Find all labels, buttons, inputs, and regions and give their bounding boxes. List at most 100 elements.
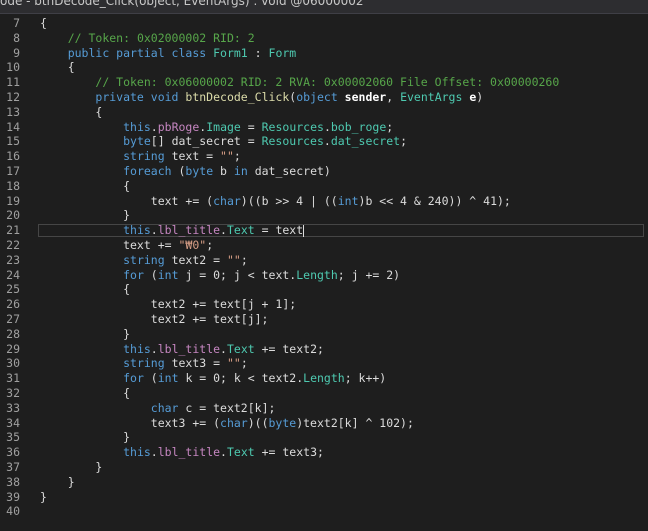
code-token: text2 += text[j + 1]; [40,297,297,312]
code-token: Text [226,223,255,238]
code-line[interactable]: 20 } [0,208,648,223]
code-line[interactable]: 12 private void btnDecode_Click(object s… [0,90,648,105]
code-line[interactable]: 13 { [0,105,648,120]
code-token: foreach [123,164,179,178]
code-token: text += ( [40,193,214,208]
code-line[interactable]: 30 string text3 = ""; [0,356,648,371]
code-token: // Token: 0x06000002 RID: 2 RVA: 0x00002… [95,75,560,90]
code-token: += text3; [254,445,324,460]
code-token: char [220,415,248,430]
code-line[interactable]: 37 } [0,460,648,475]
code-token: . [323,134,331,149]
code-token: Resources [261,134,324,149]
code-token: Image [206,119,241,134]
code-token: byte [268,415,297,430]
code-line[interactable]: 16 string text = ""; [0,149,648,164]
code-token: bob_roge [330,119,387,134]
code-line[interactable]: 19 text += (char)((b >> 4 | ((int)b << 4… [0,194,648,209]
code-text: text += (char)((b >> 4 | ((int)b << 4 & … [40,194,511,209]
code-line[interactable]: 38 } [0,475,648,490]
code-line[interactable]: 14 this.pbRoge.Image = Resources.bob_rog… [0,120,648,135]
code-line[interactable]: 8 // Token: 0x02000002 RID: 2 [0,31,648,46]
code-line[interactable]: 10 { [0,60,648,75]
document-tab-title: ode - btnDecode_Click(object, EventArgs)… [0,0,648,14]
code-token: text2 += text[j]; [40,312,269,326]
code-line[interactable]: 18 { [0,179,648,194]
code-token: pbRoge [157,119,200,134]
code-text: } [40,490,47,505]
code-token: )((b >> 4 | (( [240,193,338,208]
line-number: 24 [6,267,20,282]
line-number: 20 [6,208,20,223]
code-token: for [123,371,151,386]
code-line[interactable]: 33 char c = text2[k]; [0,401,648,416]
code-token: )b << 4 & 240)) ^ 41); [358,193,511,208]
code-line[interactable]: 35 } [0,430,648,445]
code-token: ( [150,371,158,386]
code-line[interactable]: 15 byte[] dat_secret = Resources.dat_sec… [0,134,648,149]
code-text: char c = text2[k]; [40,401,276,416]
code-token: ; [400,134,408,149]
code-token: . [150,119,158,134]
line-number: 7 [13,16,20,30]
line-number: 34 [6,415,20,430]
code-line[interactable]: 34 text3 += (char)((byte)text2[k] ^ 102)… [0,416,648,431]
code-token: sender [344,90,387,104]
code-line[interactable]: 17 foreach (byte b in dat_secret) [0,164,648,179]
code-line[interactable]: 7{ [0,16,648,31]
code-text: } [40,208,130,223]
code-line[interactable]: 22 text += "₩0"; [0,238,648,253]
code-line[interactable]: 21 this.lbl_title.Text = text [0,223,648,238]
code-line[interactable]: 28 } [0,327,648,342]
code-token: int [157,371,186,386]
code-line[interactable]: 26 text2 += text[j + 1]; [0,297,648,312]
code-token: b [220,164,234,178]
code-line[interactable]: 25 { [0,282,648,297]
document-title-text: ode - btnDecode_Click(object, EventArgs)… [0,0,364,8]
code-line[interactable]: 32 { [0,386,648,401]
code-line[interactable]: 31 for (int k = 0; k < text2.Length; k++… [0,371,648,386]
code-token: ; k++) [344,371,387,386]
code-text: private void btnDecode_Click(object send… [40,90,483,105]
code-text: // Token: 0x02000002 RID: 2 [40,31,255,46]
code-token: dat_secret) [254,164,331,178]
code-token: { [40,16,47,30]
code-token: : [247,45,269,60]
code-token: [] dat_secret = [150,134,262,149]
code-line[interactable]: 23 string text2 = ""; [0,253,648,268]
code-text: string text3 = ""; [40,356,248,371]
code-line[interactable]: 40 [0,504,648,519]
code-line[interactable]: 11 // Token: 0x06000002 RID: 2 RVA: 0x00… [0,75,648,90]
line-number: 19 [6,193,20,208]
code-token: EventArgs [400,90,470,104]
code-token: = text [254,223,304,238]
code-token: { [40,60,75,75]
code-editor[interactable]: 7{8 // Token: 0x02000002 RID: 29 public … [0,14,648,531]
code-line[interactable]: 9 public partial class Form1 : Form [0,46,648,61]
code-line[interactable]: 36 this.lbl_title.Text += text3; [0,445,648,460]
code-text: foreach (byte b in dat_secret) [40,164,331,179]
code-token: char [213,193,241,208]
code-line[interactable]: 24 for (int j = 0; j < text.Length; j +=… [0,268,648,283]
code-token: string [123,356,172,371]
code-text: text3 += (char)((byte)text2[k] ^ 102); [40,416,414,431]
line-number: 40 [6,504,20,519]
line-number: 25 [6,282,20,297]
code-text: // Token: 0x06000002 RID: 2 RVA: 0x00002… [40,75,559,90]
code-text: byte[] dat_secret = Resources.dat_secret… [40,134,407,149]
code-token: } [40,489,47,504]
code-text: this.pbRoge.Image = Resources.bob_roge; [40,120,393,135]
code-line[interactable]: 27 text2 += text[j]; [0,312,648,327]
code-line[interactable]: 29 this.lbl_title.Text += text2; [0,342,648,357]
code-token: ; [240,356,248,371]
code-token: ) [476,90,484,104]
code-text: { [40,16,47,31]
line-number: 33 [6,400,20,415]
code-token: this [123,119,151,134]
code-line[interactable]: 39} [0,490,648,505]
